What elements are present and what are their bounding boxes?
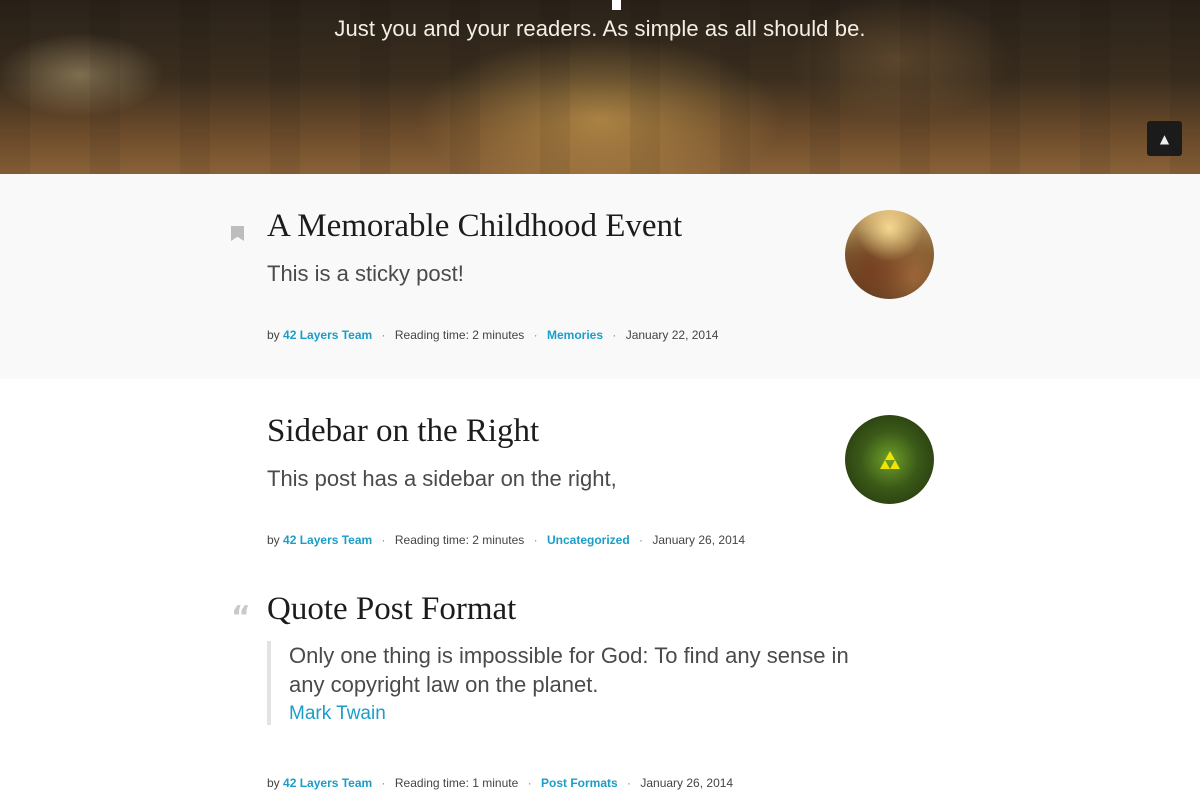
meta-separator: · bbox=[381, 328, 386, 342]
meta-separator: · bbox=[381, 533, 386, 547]
author-link[interactable]: 42 Layers Team bbox=[283, 533, 372, 547]
meta-by: by bbox=[267, 328, 280, 342]
meta-separator: · bbox=[527, 776, 532, 790]
post-excerpt: This is a sticky post! bbox=[267, 261, 464, 286]
post-title[interactable]: Sidebar on the Right bbox=[267, 413, 539, 450]
meta-separator: · bbox=[639, 533, 644, 547]
hero-banner: Just you and your readers. As simple as … bbox=[0, 0, 1200, 174]
post-date: January 26, 2014 bbox=[640, 776, 734, 790]
chevron-up-icon: ▲ bbox=[1159, 131, 1170, 146]
meta-separator: · bbox=[612, 328, 617, 342]
post-date: January 22, 2014 bbox=[625, 328, 719, 342]
author-link[interactable]: 42 Layers Team bbox=[283, 328, 372, 342]
quote-author[interactable]: Mark Twain bbox=[289, 703, 889, 725]
site-tagline: Just you and your readers. As simple as … bbox=[334, 16, 866, 41]
post-title[interactable]: Quote Post Format bbox=[267, 591, 516, 628]
site-title-fragment bbox=[612, 0, 621, 10]
meta-by: by bbox=[267, 533, 280, 547]
post-meta: by 42 Layers Team · Reading time: 1 minu… bbox=[267, 776, 733, 790]
category-link[interactable]: Uncategorized bbox=[547, 533, 630, 547]
reading-time: Reading time: 1 minute bbox=[394, 776, 519, 790]
post-excerpt: This post has a sidebar on the right, bbox=[267, 466, 617, 491]
meta-by: by bbox=[267, 776, 280, 790]
meta-separator: · bbox=[381, 776, 386, 790]
reading-time: Reading time: 2 minutes bbox=[394, 533, 525, 547]
quote-text: Only one thing is impossible for God: To… bbox=[289, 643, 849, 697]
post-sticky: A Memorable Childhood Event This is a st… bbox=[0, 174, 1200, 379]
author-link[interactable]: 42 Layers Team bbox=[283, 776, 372, 790]
meta-separator: · bbox=[533, 328, 538, 342]
post-thumbnail[interactable] bbox=[845, 210, 934, 299]
category-link[interactable]: Memories bbox=[547, 328, 603, 342]
post-thumbnail[interactable] bbox=[845, 415, 934, 504]
post-meta: by 42 Layers Team · Reading time: 2 minu… bbox=[267, 328, 718, 342]
post-meta: by 42 Layers Team · Reading time: 2 minu… bbox=[267, 533, 745, 547]
category-link[interactable]: Post Formats bbox=[541, 776, 618, 790]
blockquote: Only one thing is impossible for God: To… bbox=[267, 641, 889, 725]
reading-time: Reading time: 2 minutes bbox=[394, 328, 525, 342]
bookmark-icon bbox=[231, 226, 244, 241]
quote-icon: “ bbox=[231, 600, 251, 635]
scroll-to-top-button[interactable]: ▲ bbox=[1147, 121, 1182, 156]
post: Sidebar on the Right This post has a sid… bbox=[0, 379, 1200, 579]
triforce-icon bbox=[879, 450, 900, 469]
post-title[interactable]: A Memorable Childhood Event bbox=[267, 208, 682, 245]
post-date: January 26, 2014 bbox=[652, 533, 746, 547]
meta-separator: · bbox=[627, 776, 632, 790]
post-quote: “ Quote Post Format Only one thing is im… bbox=[0, 579, 1200, 800]
meta-separator: · bbox=[533, 533, 538, 547]
